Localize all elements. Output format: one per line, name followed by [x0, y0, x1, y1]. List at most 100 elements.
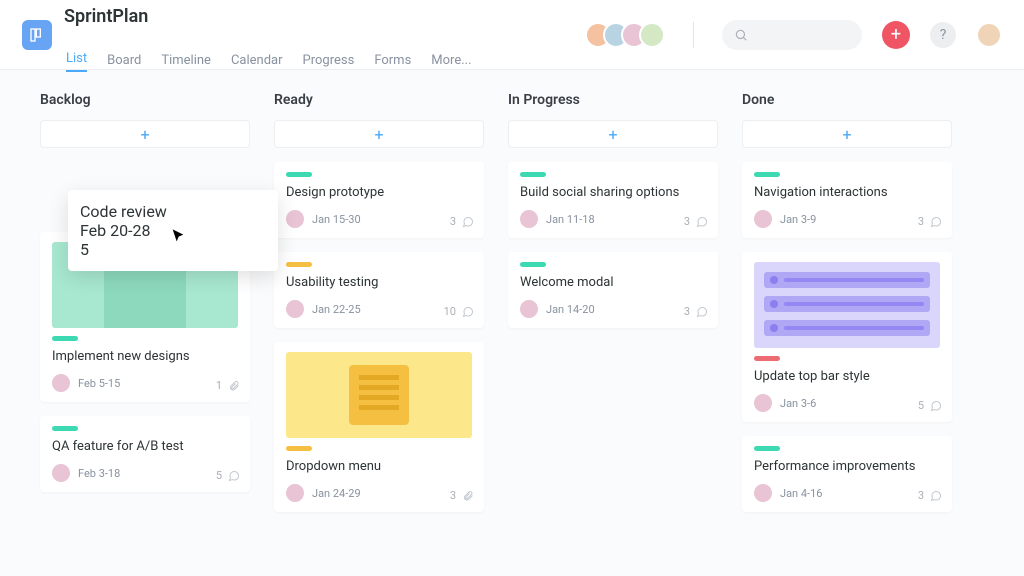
status-pill — [286, 262, 312, 267]
column-title: Ready — [274, 92, 484, 108]
task-card[interactable]: Update top bar style Jan 3-6 5 — [742, 252, 952, 422]
attachment-icon — [228, 380, 240, 392]
comment-icon — [462, 216, 474, 228]
assignee-avatar — [754, 394, 772, 412]
card-stat: 1 — [216, 379, 240, 392]
column-title: In Progress — [508, 92, 718, 108]
task-card[interactable]: Performance improvements Jan 4-16 3 — [742, 436, 952, 512]
task-card[interactable]: Welcome modal Jan 14-20 3 — [508, 252, 718, 328]
global-add-button[interactable]: + — [882, 21, 910, 49]
comment-icon — [930, 490, 942, 502]
card-title: Dropdown menu — [286, 459, 472, 474]
tab-more[interactable]: More... — [431, 53, 471, 72]
help-button[interactable]: ? — [930, 22, 956, 48]
card-meta: Feb 3-18 — [52, 464, 238, 482]
task-card[interactable]: QA feature for A/B test Feb 3-18 5 — [40, 416, 250, 492]
card-stat: 5 — [216, 469, 240, 482]
card-date: Jan 24-29 — [312, 487, 361, 500]
column-backlog: Backlog + Implement new designs Feb 5-15… — [40, 92, 250, 526]
assignee-avatar — [754, 484, 772, 502]
assignee-avatar — [286, 210, 304, 228]
status-pill — [52, 426, 78, 431]
comment-icon — [89, 243, 101, 255]
kanban-board: Backlog + Implement new designs Feb 5-15… — [0, 70, 1024, 548]
status-pill — [754, 356, 780, 361]
add-card-button[interactable]: + — [274, 120, 484, 148]
column-done: Done + Navigation interactions Jan 3-9 3… — [742, 92, 952, 526]
card-date: Jan 3-9 — [780, 213, 816, 226]
assignee-avatar — [520, 300, 538, 318]
status-pill — [754, 446, 780, 451]
brand: SprintPlan List Board Timeline Calendar … — [22, 6, 472, 64]
card-title: Performance improvements — [754, 459, 940, 474]
card-thumbnail — [286, 352, 472, 438]
column-in-progress: In Progress + Build social sharing optio… — [508, 92, 718, 526]
comment-icon — [462, 306, 474, 318]
assignee-avatar — [52, 374, 70, 392]
assignee-avatar — [52, 464, 70, 482]
column-title: Done — [742, 92, 952, 108]
add-card-button[interactable]: + — [742, 120, 952, 148]
card-title: Welcome modal — [520, 275, 706, 290]
attachment-icon — [462, 490, 474, 502]
status-pill — [754, 172, 780, 177]
status-pill — [286, 446, 312, 451]
assignee-avatar — [520, 210, 538, 228]
search-input[interactable] — [722, 20, 862, 50]
task-card[interactable]: Build social sharing options Jan 11-18 3 — [508, 162, 718, 238]
add-card-button[interactable]: + — [508, 120, 718, 148]
project-members[interactable] — [593, 22, 665, 48]
card-date: Jan 14-20 — [546, 303, 595, 316]
tab-board[interactable]: Board — [107, 53, 141, 72]
avatar[interactable] — [639, 22, 665, 48]
card-title: Update top bar style — [754, 369, 940, 384]
task-card[interactable]: Usability testing Jan 22-25 10 — [274, 252, 484, 328]
column-ready: Ready + Design prototype Jan 15-30 3 Usa… — [274, 92, 484, 526]
search-icon — [734, 28, 748, 42]
assignee-avatar — [286, 484, 304, 502]
card-date: Jan 3-6 — [780, 397, 816, 410]
card-title: Design prototype — [286, 185, 472, 200]
comment-icon — [930, 216, 942, 228]
cursor-icon — [170, 228, 186, 244]
tab-progress[interactable]: Progress — [303, 53, 355, 72]
card-date: Jan 15-30 — [312, 213, 361, 226]
task-card[interactable]: Navigation interactions Jan 3-9 3 — [742, 162, 952, 238]
card-date: Feb 20-28 — [80, 221, 151, 240]
app-icon — [22, 20, 52, 50]
comment-icon — [696, 306, 708, 318]
comment-icon — [930, 400, 942, 412]
app-title: SprintPlan — [64, 6, 472, 27]
view-tabs: List Board Timeline Calendar Progress Fo… — [66, 51, 472, 86]
tab-forms[interactable]: Forms — [374, 53, 411, 72]
card-title: Build social sharing options — [520, 185, 706, 200]
card-title: Usability testing — [286, 275, 472, 290]
status-pill — [520, 172, 546, 177]
card-title: Code review — [80, 202, 266, 221]
card-thumbnail — [754, 262, 940, 348]
card-title: Implement new designs — [52, 349, 238, 364]
card-date: Feb 3-18 — [78, 467, 120, 480]
card-date: Jan 22-25 — [312, 303, 361, 316]
divider — [693, 22, 694, 48]
column-title: Backlog — [40, 92, 250, 108]
card-title: Navigation interactions — [754, 185, 940, 200]
topbar: SprintPlan List Board Timeline Calendar … — [0, 0, 1024, 70]
tab-calendar[interactable]: Calendar — [231, 53, 283, 72]
status-pill — [520, 262, 546, 267]
user-avatar[interactable] — [976, 22, 1002, 48]
card-date: Jan 11-18 — [546, 213, 595, 226]
task-card[interactable]: Dropdown menu Jan 24-29 3 — [274, 342, 484, 512]
tab-list[interactable]: List — [66, 51, 87, 72]
card-title: QA feature for A/B test — [52, 439, 238, 454]
card-meta: Feb 5-15 — [52, 374, 238, 392]
assignee-avatar — [286, 300, 304, 318]
task-card[interactable]: Design prototype Jan 15-30 3 — [274, 162, 484, 238]
tab-timeline[interactable]: Timeline — [161, 53, 211, 72]
comment-icon — [696, 216, 708, 228]
assignee-avatar — [754, 210, 772, 228]
status-pill — [52, 336, 78, 341]
card-date: Jan 4-16 — [780, 487, 822, 500]
add-card-button[interactable]: + — [40, 120, 250, 148]
card-date: Feb 5-15 — [78, 377, 120, 390]
